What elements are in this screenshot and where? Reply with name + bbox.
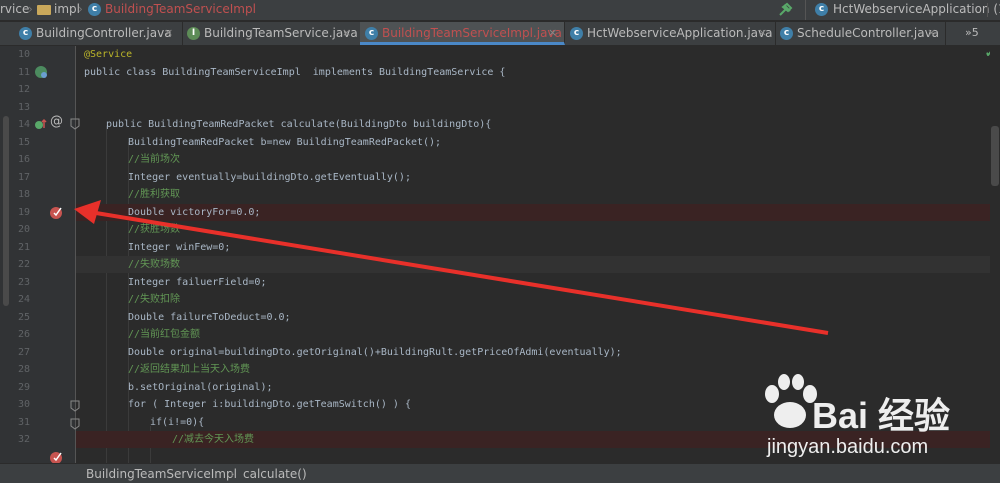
baidu-paw-icon: [765, 374, 817, 428]
watermark-brand: Bai 经验: [812, 395, 951, 436]
watermark-url: jingyan.baidu.com: [767, 436, 929, 458]
